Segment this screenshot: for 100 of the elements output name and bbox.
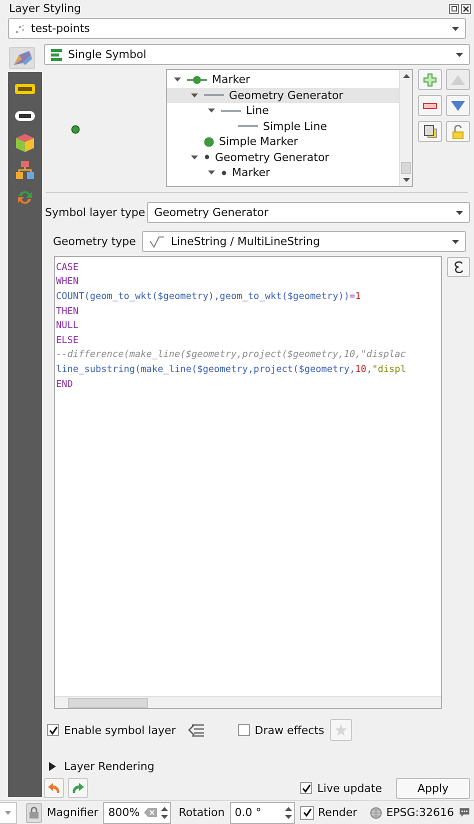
scroll-down-icon[interactable] xyxy=(402,178,410,182)
code-line: END xyxy=(56,378,74,392)
layer-dropdown[interactable]: test-points xyxy=(8,18,466,39)
field-value: 0.0 ° xyxy=(234,806,262,819)
rotation-label: Rotation xyxy=(178,806,225,819)
draw-effects-checkbox[interactable] xyxy=(238,724,250,736)
point-symbol-icon xyxy=(204,136,214,147)
field-label: Symbol layer type xyxy=(45,206,146,219)
clear-icon xyxy=(144,808,157,817)
code-line: line_substring(make_line($geometry,project($geometry,10,"displ xyxy=(56,362,407,377)
layer-rendering-toggle[interactable]: Layer Rendering xyxy=(49,758,470,774)
live-update-checkbox[interactable] xyxy=(300,782,312,794)
magnifier-label: Magnifier xyxy=(46,806,98,819)
expression-editor[interactable] xyxy=(54,256,442,709)
code-line: COUNT(geom_to_wkt($geometry),geom_to_wkt($geometry))=1 xyxy=(56,290,362,304)
spin-arrows-icon xyxy=(160,806,168,818)
dropdown-arrow-icon xyxy=(452,240,459,244)
close-icon xyxy=(461,4,471,14)
single-symbol-icon xyxy=(51,48,62,60)
tree-row[interactable]: Simple Line xyxy=(167,118,399,134)
tree-row[interactable]: Simple Marker xyxy=(167,134,399,150)
tree-row[interactable]: Marker xyxy=(167,72,399,88)
magnifier-field[interactable]: 800% xyxy=(103,802,171,824)
undo-button[interactable] xyxy=(44,778,64,798)
panel-title: Layer Styling xyxy=(9,2,82,15)
crs-label[interactable]: EPSG:32616 xyxy=(386,806,454,819)
check-icon xyxy=(302,808,312,817)
tree-row[interactable]: Marker xyxy=(167,165,399,180)
code-line: NULL xyxy=(56,319,80,333)
lock-scale-button[interactable] xyxy=(26,802,42,822)
move-down-button[interactable] xyxy=(446,95,470,116)
dropdown-value: LineString / MultiLineString xyxy=(170,235,320,248)
code-line: THEN xyxy=(56,304,80,318)
symbol-layer-label: Simple Line xyxy=(263,120,327,133)
symbol-layer-label: Line xyxy=(246,104,269,118)
add-layer-button[interactable] xyxy=(418,69,442,90)
messages-icon xyxy=(459,806,470,819)
symbol-preview-icon xyxy=(70,124,80,134)
section-title: Layer Rendering xyxy=(64,760,154,772)
duplicate-icon xyxy=(424,125,436,138)
render-checkbox[interactable] xyxy=(300,806,314,820)
symbol-layer-label: Simple Marker xyxy=(219,135,298,148)
checkbox-label: Enable symbol layer xyxy=(64,724,176,736)
point-symbol-icon xyxy=(204,154,210,160)
geometry-type-dropdown[interactable]: LineString / MultiLineString xyxy=(142,231,466,252)
vertical-scrollbar[interactable] xyxy=(399,70,412,186)
symbol-layer-label: Geometry Generator xyxy=(229,88,344,102)
enable-checkbox[interactable] xyxy=(47,724,59,736)
down-arrow-icon xyxy=(451,100,465,110)
scroll-up-icon[interactable] xyxy=(402,74,410,78)
check-icon xyxy=(48,726,58,734)
field-label: Geometry type xyxy=(53,235,136,248)
duplicate-button[interactable] xyxy=(418,121,442,142)
scroll-thumb[interactable] xyxy=(401,162,411,174)
label-icon xyxy=(14,82,36,96)
epsilon-icon xyxy=(454,261,464,273)
scroll-thumb[interactable] xyxy=(68,698,148,708)
tree-row[interactable]: Geometry Generator xyxy=(167,150,399,165)
redo-button[interactable] xyxy=(68,778,88,798)
symbol-layer-label: Marker xyxy=(232,166,270,180)
tree-row[interactable]: Geometry Generator xyxy=(167,88,399,103)
linestring-icon xyxy=(148,236,165,248)
symbol-layer-type-dropdown[interactable]: Geometry Generator xyxy=(147,202,470,223)
line-symbol-icon xyxy=(204,93,224,98)
tree-row[interactable]: Line xyxy=(167,103,399,118)
checkbox-label: Live update xyxy=(317,782,382,794)
scale-dropdown[interactable] xyxy=(0,802,17,824)
minus-icon xyxy=(423,102,437,108)
line-symbol-icon xyxy=(238,124,258,128)
diagram-icon xyxy=(15,160,35,180)
dropdown-arrow-icon xyxy=(4,810,11,814)
code-line: WHEN xyxy=(56,275,80,290)
padlock-icon xyxy=(452,124,464,138)
redo-icon xyxy=(72,782,84,794)
code-line: CASE xyxy=(56,260,80,275)
remove-layer-button[interactable] xyxy=(418,95,442,116)
apply-button[interactable]: Apply xyxy=(396,778,470,798)
dropdown-value: Geometry Generator xyxy=(154,206,268,219)
code-line: --difference(make_line($geometry,project($geometry,10,"displac xyxy=(56,348,407,362)
expression-button[interactable] xyxy=(447,257,470,277)
horizontal-scrollbar[interactable] xyxy=(55,696,441,708)
star-icon xyxy=(335,724,348,736)
plus-icon xyxy=(423,72,437,86)
point-layer-icon xyxy=(15,24,25,34)
undo-icon xyxy=(48,782,60,794)
cube-icon xyxy=(15,133,35,153)
label-mask-icon xyxy=(14,109,36,123)
field-value: 800% xyxy=(108,806,140,819)
lock-button[interactable] xyxy=(446,121,470,142)
up-arrow-icon xyxy=(451,74,465,84)
float-icon xyxy=(449,4,459,14)
line-symbol-icon xyxy=(221,108,241,113)
marker-line-icon xyxy=(187,74,207,85)
checkbox-label: Render xyxy=(318,806,358,819)
renderer-dropdown[interactable]: Single Symbol xyxy=(44,44,470,65)
dropdown-arrow-icon xyxy=(456,52,463,56)
globe-icon xyxy=(370,806,382,818)
rotation-field[interactable]: 0.0 ° xyxy=(230,802,296,824)
renderer-name: Single Symbol xyxy=(68,48,146,61)
layer-name: test-points xyxy=(31,22,90,35)
